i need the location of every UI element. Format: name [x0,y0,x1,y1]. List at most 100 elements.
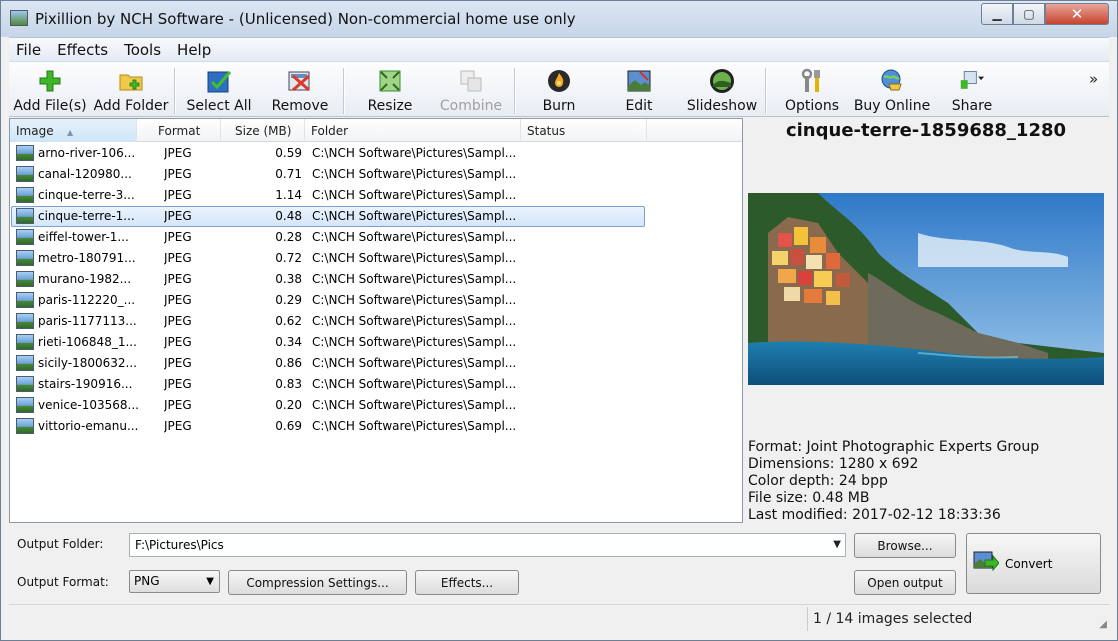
select-all-button[interactable]: Select All [181,66,257,116]
image-file-icon [16,376,34,392]
close-button[interactable]: ✕ [1045,3,1109,25]
slideshow-icon [709,68,735,94]
cell-image-name: cinque-terre-1... [38,209,135,223]
cell-format: JPEG [164,293,192,307]
resize-grip-icon[interactable]: ◢ [1099,619,1107,630]
cell-size: 0.20 [275,398,302,412]
cell-format: JPEG [164,314,192,328]
cell-folder: C:\NCH Software\Pictures\Sampl... [312,419,517,433]
chevron-down-icon: ▼ [206,576,214,587]
edit-image-icon [626,68,652,94]
buy-online-button[interactable]: Buy Online [854,66,930,116]
cell-size: 0.59 [275,146,302,160]
cell-size: 0.71 [275,167,302,181]
add-folder-button[interactable]: Add Folder [92,66,170,116]
status-text: 1 / 14 images selected [813,611,973,627]
column-size[interactable]: Size (MB) [221,119,305,142]
table-row[interactable]: murano-1982... JPEG 0.38 C:\NCH Software\Pi… [10,269,742,290]
burn-button[interactable]: Burn [530,66,588,116]
table-row[interactable]: metro-180791... JPEG 0.72 C:\NCH Software\P… [10,248,742,269]
remove-icon [287,68,313,94]
image-file-icon [16,208,34,224]
table-row[interactable]: cinque-terre-1... JPEG 0.48 C:\NCH Software… [10,206,742,227]
menu-file[interactable]: File [16,41,41,59]
table-row[interactable]: paris-112220_... JPEG 0.29 C:\NCH Software\… [10,290,742,311]
checkbox-icon [206,68,232,94]
prop-format: Format: Joint Photographic Experts Group [748,439,1040,455]
combine-button[interactable]: Combine [434,66,508,116]
tools-icon [799,68,825,94]
cell-image-name: cinque-terre-3... [38,188,135,202]
table-row[interactable]: stairs-190916... JPEG 0.83 C:\NCH Software\… [10,374,742,395]
cell-image-name: paris-112220_... [38,293,136,307]
table-row[interactable]: paris-1177113... JPEG 0.62 C:\NCH Software\… [10,311,742,332]
chevron-down-icon[interactable]: ▼ [833,534,841,556]
cell-format: JPEG [164,272,192,286]
resize-icon [377,68,403,94]
toolbar-separator [174,68,175,114]
effects-button[interactable]: Effects... [415,570,519,595]
cell-image-name: metro-180791... [38,251,136,265]
slideshow-button[interactable]: Slideshow [684,66,760,116]
output-format-select[interactable]: PNG ▼ [129,570,220,593]
prop-dimensions: Dimensions: 1280 x 692 [748,456,919,472]
table-row[interactable]: vittorio-emanu... JPEG 0.69 C:\NCH Software… [10,416,742,437]
title-bar: Pixillion by NCH Software - (Unlicensed)… [1,1,1117,37]
edit-button[interactable]: Edit [614,66,664,116]
menu-effects[interactable]: Effects [57,41,108,59]
cell-size: 0.69 [275,419,302,433]
cell-size: 0.86 [275,356,302,370]
open-output-button[interactable]: Open output [854,570,956,595]
cell-folder: C:\NCH Software\Pictures\Sampl... [312,188,517,202]
maximize-button[interactable]: ▢ [1013,3,1045,25]
menu-tools[interactable]: Tools [124,41,161,59]
column-folder[interactable]: Folder [305,119,521,142]
table-row[interactable]: rieti-106848_1... JPEG 0.34 C:\NCH Software… [10,332,742,353]
table-row[interactable]: eiffel-tower-1... JPEG 0.28 C:\NCH Software… [10,227,742,248]
cell-folder: C:\NCH Software\Pictures\Sampl... [312,167,517,181]
output-folder-input[interactable]: F:\Pictures\Pics ▼ [129,533,846,557]
column-format[interactable]: Format [137,119,221,142]
convert-button[interactable]: Convert [966,533,1101,594]
preview-title: cinque-terre-1859688_1280 [785,120,1067,141]
share-icon [959,68,985,94]
table-row[interactable]: venice-103568... JPEG 0.20 C:\NCH Software\… [10,395,742,416]
column-status[interactable]: Status [521,119,647,142]
cell-size: 0.62 [275,314,302,328]
status-separator [807,607,808,631]
cell-folder: C:\NCH Software\Pictures\Sampl... [312,230,517,244]
cell-image-name: paris-1177113... [38,314,137,328]
table-row[interactable]: sicily-1800632... JPEG 0.86 C:\NCH Software… [10,353,742,374]
cell-size: 0.72 [275,251,302,265]
cell-folder: C:\NCH Software\Pictures\Sampl... [312,398,517,412]
toolbar-separator [765,68,766,114]
image-file-icon [16,145,34,161]
options-button[interactable]: Options [781,66,843,116]
toolbar-separator [343,68,344,114]
column-image[interactable]: Image ▲ [10,119,137,142]
table-row[interactable]: canal-120980... JPEG 0.71 C:\NCH Software\P… [10,164,742,185]
cell-format: JPEG [164,356,192,370]
browse-button[interactable]: Browse... [854,533,956,558]
minimize-icon: ▁ [992,7,1002,21]
menu-help[interactable]: Help [177,41,211,59]
resize-button[interactable]: Resize [359,66,421,116]
toolbar-overflow-button[interactable]: » [1089,70,1098,88]
add-files-button[interactable]: Add File(s) [13,66,87,116]
cell-format: JPEG [164,188,192,202]
image-file-icon [16,166,34,182]
share-button[interactable]: Share [945,66,999,116]
globe-cart-icon [879,68,905,94]
table-row[interactable]: arno-river-106... JPEG 0.59 C:\NCH Software… [10,143,742,164]
remove-button[interactable]: Remove [267,66,333,116]
minimize-button[interactable]: ▁ [981,3,1013,25]
table-row[interactable]: cinque-terre-3... JPEG 1.14 C:\NCH Software… [10,185,742,206]
image-file-icon [16,229,34,245]
image-file-icon [16,334,34,350]
image-file-icon [16,418,34,434]
cell-format: JPEG [164,398,192,412]
convert-icon [973,550,1000,577]
image-list[interactable]: Image ▲ Format Size (MB) Folder Status a… [9,118,743,523]
compression-settings-button[interactable]: Compression Settings... [228,570,407,595]
burn-disc-icon [546,68,572,94]
